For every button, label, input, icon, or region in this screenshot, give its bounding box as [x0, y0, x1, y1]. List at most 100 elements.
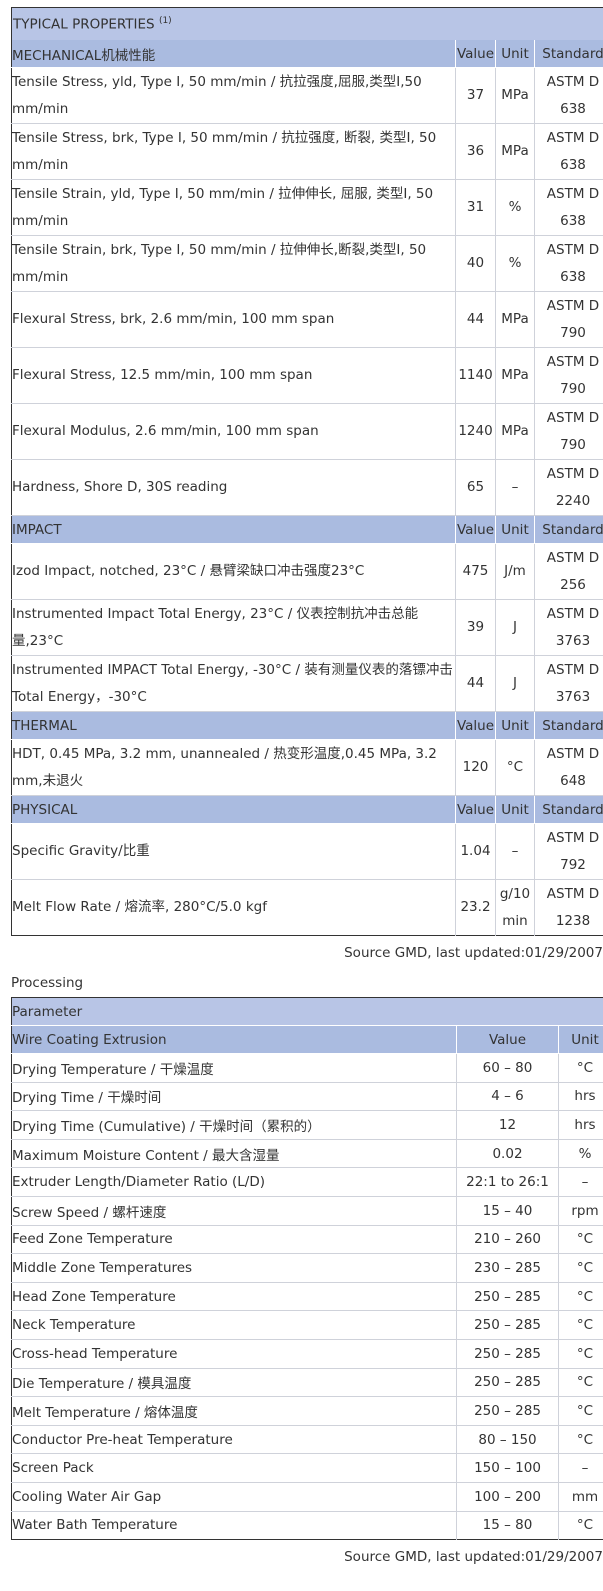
parameter-name: Water Bath Temperature: [12, 1517, 178, 1534]
processing-table: Parameter Wire Coating Extrusion Value U…: [11, 997, 603, 1541]
unit-header: Unit: [558, 1025, 603, 1054]
property-value: 44: [455, 655, 496, 712]
parameter-name: Drying Temperature / 干燥温度: [11, 1053, 457, 1083]
value-header: Value: [455, 795, 496, 824]
parameter-unit: mm: [558, 1482, 603, 1512]
property-value: 1140: [455, 347, 496, 404]
parameter-value: 210 – 260: [456, 1225, 559, 1255]
parameter-unit: °C: [558, 1396, 603, 1426]
property-value: 36: [455, 123, 496, 180]
value-header: Value: [455, 515, 496, 544]
section-name: PHYSICAL: [11, 795, 456, 824]
processing-source-note: Source GMD, last updated:01/29/2007: [344, 1549, 603, 1566]
property-unit: MPa: [495, 291, 535, 348]
processing-row: Extruder Length/Diameter Ratio (L/D) 22:1…: [11, 1167, 603, 1197]
property-name: Tensile Strain, brk, Type I, 50 mm/min /…: [11, 235, 456, 292]
processing-row: Feed Zone Temperature 210 – 260 °C: [11, 1225, 603, 1255]
property-row: Instrumented IMPACT Total Energy, -30°C …: [11, 655, 603, 712]
property-unit: J/m: [495, 543, 535, 600]
property-value: 39: [455, 599, 496, 656]
section-name: Wire Coating Extrusion: [11, 1025, 457, 1054]
property-standard: ASTM D 3763: [534, 655, 603, 712]
property-standard: ASTM D 3763: [534, 599, 603, 656]
processing-row: Drying Temperature / 干燥温度 60 – 80 °C: [11, 1053, 603, 1083]
property-row: HDT, 0.45 MPa, 3.2 mm, unannealed / 热变形温…: [11, 739, 603, 796]
parameter-unit: °C: [558, 1339, 603, 1369]
property-standard: ASTM D 638: [534, 67, 603, 124]
property-value: 44: [455, 291, 496, 348]
processing-row: Neck Temperature 250 – 285 °C: [11, 1310, 603, 1340]
unit-header: Unit: [495, 40, 535, 68]
typical-properties-title: TYPICAL PROPERTIES: [13, 16, 155, 33]
property-name: Hardness, Shore D, 30S reading: [11, 459, 456, 516]
property-standard: ASTM D 256: [534, 543, 603, 600]
standard-header: Standard: [534, 40, 603, 68]
processing-row: Melt Temperature / 熔体温度 250 – 285 °C: [11, 1396, 603, 1426]
property-value: 31: [455, 179, 496, 236]
section-header-row: PHYSICAL Value Unit Standard: [11, 795, 603, 824]
processing-row: Middle Zone Temperatures 230 – 285 °C: [11, 1253, 603, 1283]
property-unit: MPa: [495, 67, 535, 124]
property-row: Tensile Stress, yld, Type I, 50 mm/min /…: [11, 67, 603, 124]
property-standard: ASTM D 2240: [534, 459, 603, 516]
standard-header: Standard: [534, 795, 603, 824]
property-unit: g/10 min: [495, 879, 535, 936]
property-row: Tensile Strain, brk, Type I, 50 mm/min /…: [11, 235, 603, 292]
processing-row: Cross-head Temperature 250 – 285 °C: [11, 1339, 603, 1369]
parameter-name: Head Zone Temperature: [11, 1282, 457, 1312]
property-row: Izod Impact, notched, 23°C / 悬臂梁缺口冲击强度23…: [11, 543, 603, 600]
parameter-value: 250 – 285: [456, 1396, 559, 1426]
processing-title: Processing: [11, 975, 84, 991]
parameter-unit: rpm: [558, 1196, 603, 1226]
property-standard: ASTM D 1238: [534, 879, 603, 936]
processing-row: Drying Time (Cumulative) / 干燥时间（累积的） 12 hr…: [11, 1110, 603, 1140]
property-unit: MPa: [495, 403, 535, 460]
parameter-value: 4 – 6: [456, 1082, 559, 1112]
property-value: 23.2: [455, 879, 496, 936]
parameter-name: Maximum Moisture Content / 最大含湿量: [11, 1139, 457, 1169]
parameter-unit: °C: [558, 1053, 603, 1083]
datasheet: TYPICAL PROPERTIES (1) MECHANICAL机械性能 Val…: [11, 7, 603, 1568]
property-row: Melt Flow Rate / 熔流率, 280°C/5.0 kgf 23.2 g…: [12, 879, 603, 936]
section-name: THERMAL: [11, 711, 456, 740]
parameter-unit: °C: [558, 1225, 603, 1255]
property-name: Flexural Modulus, 2.6 mm/min, 100 mm spa…: [11, 403, 456, 460]
section-name: MECHANICAL机械性能: [11, 40, 456, 68]
property-unit: –: [495, 459, 535, 516]
processing-row: Screw Speed / 螺杆速度 15 – 40 rpm: [11, 1196, 603, 1226]
parameter-name: Cross-head Temperature: [11, 1339, 457, 1369]
section-header-row: IMPACT Value Unit Standard: [11, 515, 603, 544]
parameter-name: Melt Temperature / 熔体温度: [11, 1396, 457, 1426]
parameter-name: Drying Time (Cumulative) / 干燥时间（累积的）: [11, 1110, 457, 1140]
property-standard: ASTM D 648: [534, 739, 603, 796]
property-name: Tensile Strain, yld, Type I, 50 mm/min /…: [11, 179, 456, 236]
property-value: 120: [455, 739, 496, 796]
parameter-unit: °C: [558, 1425, 603, 1455]
processing-row: Head Zone Temperature 250 – 285 °C: [11, 1282, 603, 1312]
parameter-value: 60 – 80: [456, 1053, 559, 1083]
parameter-value: 22:1 to 26:1: [456, 1167, 559, 1197]
property-standard: ASTM D 790: [534, 347, 603, 404]
property-unit: %: [495, 179, 535, 236]
property-name: Instrumented IMPACT Total Energy, -30°C …: [11, 655, 456, 712]
property-unit: J: [495, 599, 535, 656]
property-row: Flexural Stress, 12.5 mm/min, 100 mm spa…: [11, 347, 603, 404]
parameter-unit: °C: [558, 1253, 603, 1283]
property-standard: ASTM D 790: [534, 403, 603, 460]
property-value: 37: [455, 67, 496, 124]
property-standard: ASTM D 790: [534, 291, 603, 348]
property-name: Instrumented Impact Total Energy, 23°C /…: [11, 599, 456, 656]
property-unit: MPa: [495, 347, 535, 404]
section-name: IMPACT: [11, 515, 456, 544]
property-unit: MPa: [495, 123, 535, 180]
parameter-value: 250 – 285: [456, 1282, 559, 1312]
property-value: 1.04: [455, 823, 496, 880]
parameter-unit: °C: [558, 1511, 603, 1540]
processing-section-row: Wire Coating Extrusion Value Unit: [11, 1025, 603, 1054]
property-row: Specific Gravity/比重 1.04– ASTM D 792: [11, 823, 603, 880]
property-standard: ASTM D 638: [534, 179, 603, 236]
property-name: HDT, 0.45 MPa, 3.2 mm, unannealed / 热变形温…: [11, 739, 456, 796]
parameter-value: 250 – 285: [456, 1310, 559, 1340]
property-standard: ASTM D 792: [534, 823, 603, 880]
footnote-marker: (1): [158, 15, 172, 26]
